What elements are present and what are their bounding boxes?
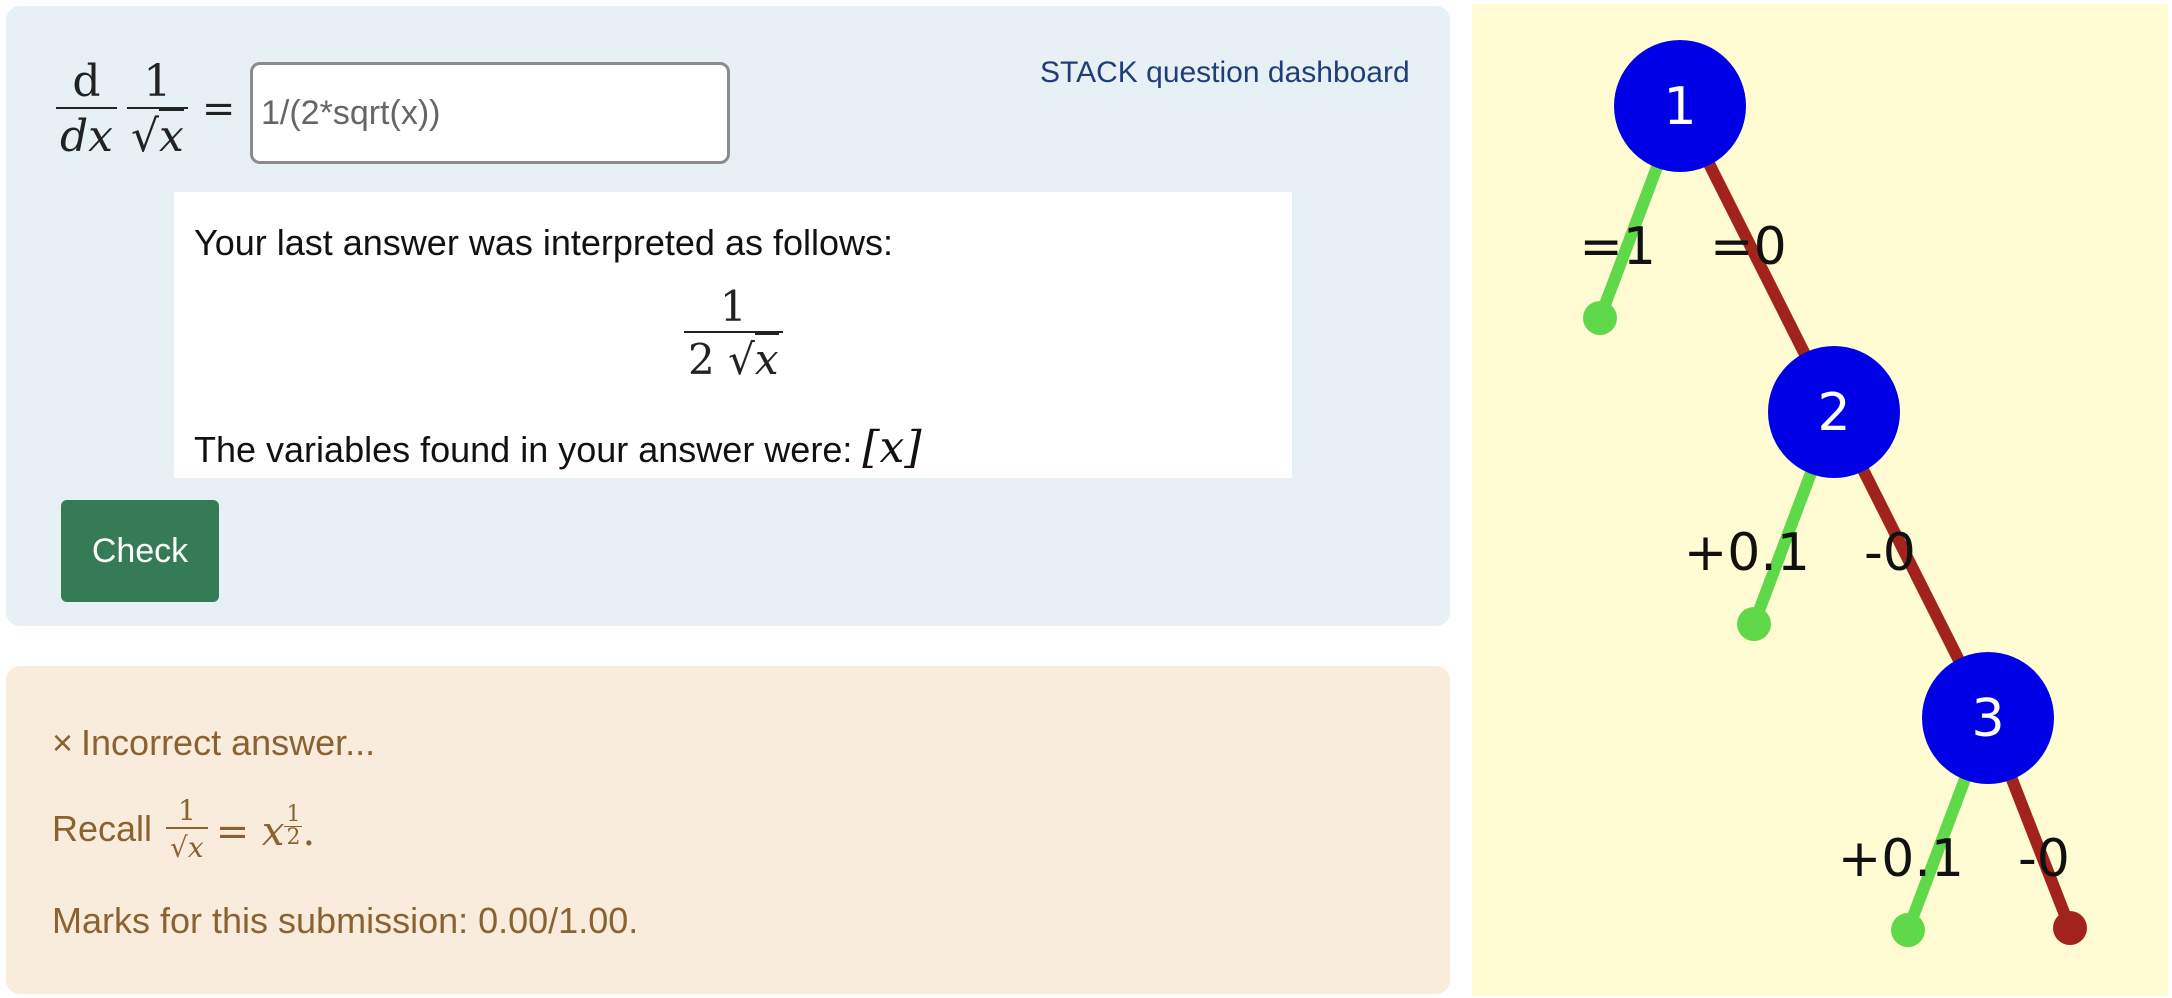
tree-node-label: 2 (1817, 383, 1850, 443)
question-panel: STACK question dashboard d dx 1 √x = You… (6, 6, 1450, 626)
check-button[interactable]: Check (61, 500, 219, 602)
interpreted-numerator: 1 (719, 282, 747, 331)
recall-exponent: 12 (284, 801, 303, 850)
answer-input[interactable] (250, 62, 730, 164)
question-expression: d dx 1 √x = (56, 56, 235, 162)
recall-label: Recall (52, 808, 153, 849)
recall-base: x (261, 808, 285, 855)
true-branch-score-label: +0.1 (1838, 829, 1964, 889)
false-branch-leaf (2053, 911, 2087, 945)
true-branch-leaf (1583, 301, 1617, 335)
true-branch-score-label: +0.1 (1684, 523, 1810, 583)
variables-line: The variables found in your answer were:… (194, 422, 922, 473)
derivative-operator: d dx (56, 56, 117, 162)
feedback-panel: × Incorrect answer... Recall 1 √x = x12. … (6, 666, 1450, 994)
recall-rhs: = x12. (215, 801, 316, 855)
false-branch-score-label: =0 (1710, 217, 1787, 277)
recall-exp-num: 1 (286, 801, 301, 827)
recall-fraction: 1 √x (166, 794, 208, 864)
recall-equals: = (215, 808, 250, 855)
validation-intro: Your last answer was interpreted as foll… (194, 222, 894, 263)
marks-line: Marks for this submission: 0.00/1.00. (52, 900, 639, 941)
recall-denominator: √x (166, 827, 208, 864)
feedback-title-text: Incorrect answer... (81, 722, 376, 763)
variables-value: [x] (862, 422, 922, 473)
recall-numerator: 1 (177, 794, 196, 827)
interpreted-variable: x (754, 333, 779, 384)
derivative-top: d (72, 56, 101, 107)
tree-node-label: 1 (1663, 77, 1696, 137)
feedback-title: × Incorrect answer... (52, 722, 375, 764)
false-branch-score-label: -0 (2018, 829, 2070, 889)
sqrt-icon: √ (130, 111, 160, 162)
response-tree: 1 =1 =0 2 +0.1 -0 3 +0.1 -0 (1579, 40, 2087, 947)
true-branch-leaf (1891, 913, 1925, 947)
sqrt-icon: √ (170, 831, 188, 864)
interpreted-coefficient: 2 (688, 335, 715, 384)
derivative-bottom: dx (56, 107, 117, 162)
true-branch-leaf (1737, 607, 1771, 641)
recall-period: . (302, 808, 316, 855)
recall-variable: x (187, 831, 204, 864)
question-fraction-denominator: √x (126, 107, 188, 162)
recall-exp-den: 2 (284, 824, 303, 850)
validation-box: Your last answer was interpreted as foll… (174, 192, 1292, 478)
interpreted-denominator: 2 √x (684, 331, 783, 384)
tree-node-label: 3 (1971, 689, 2004, 749)
cross-icon: × (52, 722, 74, 763)
interpreted-expression: 1 2 √x (684, 282, 783, 384)
false-branch-score-label: -0 (1864, 523, 1916, 583)
question-fraction-numerator: 1 (143, 56, 172, 107)
dashboard-link[interactable]: STACK question dashboard (1040, 56, 1410, 90)
equals-sign: = (201, 86, 236, 132)
recall-line: Recall 1 √x = x12. (52, 794, 315, 864)
question-variable: x (159, 109, 184, 162)
question-fraction: 1 √x (126, 56, 188, 162)
true-branch-score-label: =1 (1579, 217, 1656, 277)
sqrt-icon: √ (728, 335, 755, 384)
potential-response-tree-panel: 1 =1 =0 2 +0.1 -0 3 +0.1 -0 (1472, 4, 2168, 996)
variables-label: The variables found in your answer were: (194, 429, 853, 470)
